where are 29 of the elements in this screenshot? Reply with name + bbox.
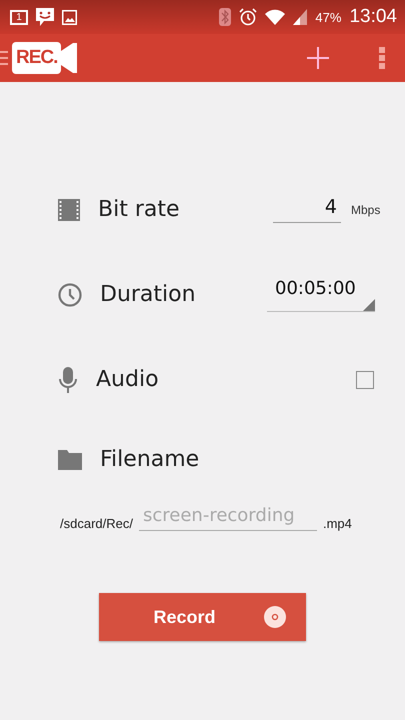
duration-spinner[interactable]: 00:05:00 <box>267 278 375 312</box>
folder-icon <box>58 450 82 470</box>
alarm-icon <box>239 8 258 26</box>
bluetooth-icon <box>219 8 232 26</box>
calendar-icon: 1 <box>10 10 28 24</box>
record-button[interactable]: Record <box>99 593 306 641</box>
signal-icon <box>293 9 308 25</box>
overflow-menu-icon[interactable] <box>379 47 385 69</box>
clock-time: 13:04 <box>349 6 397 28</box>
clock-icon <box>58 282 82 306</box>
disc-icon <box>264 606 286 628</box>
image-icon <box>62 10 77 24</box>
menu-icon[interactable] <box>0 51 8 65</box>
microphone-icon <box>58 366 78 392</box>
filename-field[interactable]: screen-recording <box>138 505 317 531</box>
film-icon <box>58 198 80 220</box>
battery-percent: 47% <box>315 10 342 24</box>
setting-label: Audio <box>96 367 160 392</box>
add-icon[interactable] <box>307 47 329 69</box>
setting-label: Filename <box>100 447 200 472</box>
path-prefix: /sdcard/Rec/ <box>60 516 133 531</box>
setting-label: Duration <box>100 282 197 307</box>
setting-label: Bit rate <box>98 197 181 222</box>
audio-checkbox[interactable] <box>356 370 374 388</box>
wifi-icon <box>265 9 286 25</box>
extension-label: .mp4 <box>322 516 352 531</box>
unit-label: Mbps <box>351 202 380 216</box>
bitrate-field[interactable]: 4 <box>273 196 341 223</box>
message-icon <box>36 8 54 26</box>
